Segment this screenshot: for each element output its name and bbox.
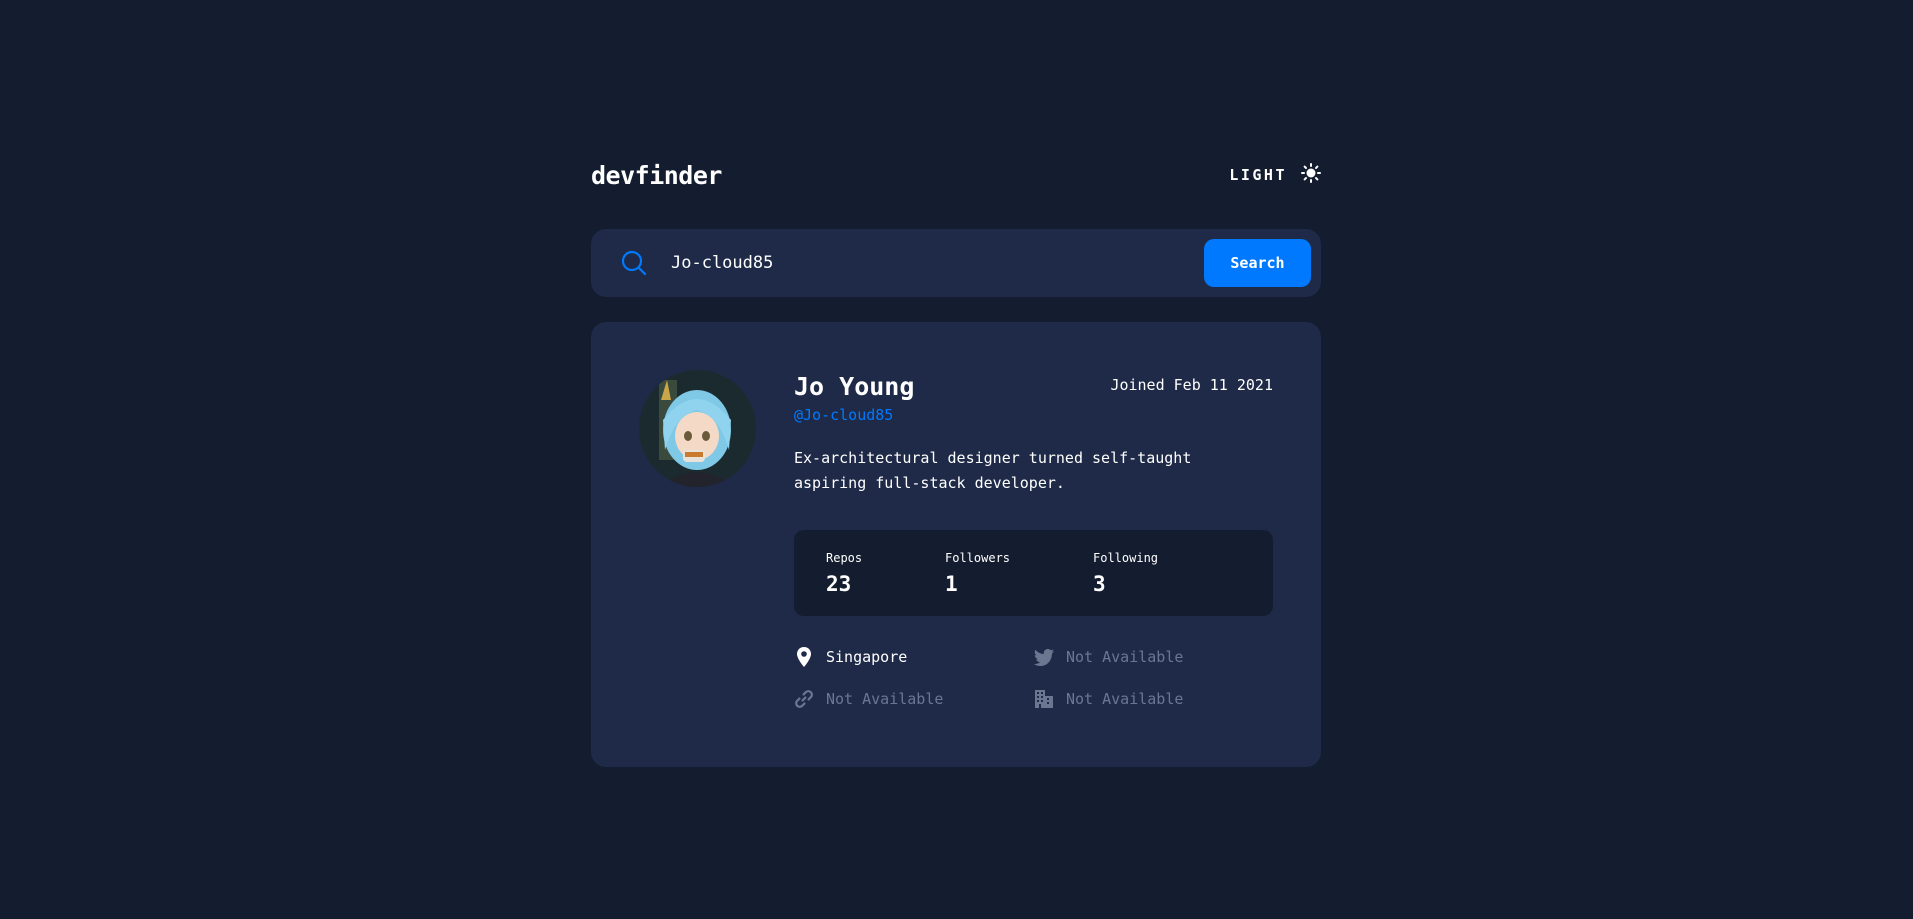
stat-label: Following [1093, 551, 1159, 565]
profile-login-link[interactable]: @Jo-cloud85 [794, 404, 1273, 426]
company-item: Not Available [1034, 688, 1274, 710]
name-row: Jo Young Joined Feb 11 2021 [794, 370, 1273, 404]
search-bar: Search [591, 229, 1321, 297]
stat-followers: Followers 1 [945, 550, 1093, 616]
stat-following: Following 3 [1093, 550, 1158, 616]
twitter-item: Not Available [1034, 646, 1274, 668]
stat-label: Repos [826, 551, 863, 565]
twitter-text: Not Available [1066, 648, 1184, 666]
location-text: Singapore [826, 648, 908, 666]
joined-date: Joined Feb 11 2021 [1110, 376, 1273, 394]
header: devfinder LIGHT [591, 150, 1321, 200]
stat-label: Followers [945, 551, 1011, 565]
blog-text: Not Available [826, 690, 944, 708]
location-pin-icon [794, 646, 814, 668]
avatar [639, 370, 756, 487]
theme-toggle-button[interactable]: LIGHT [1229, 163, 1321, 187]
building-icon [1034, 688, 1054, 710]
profile-links: Singapore Not Available Not Available No… [794, 646, 1273, 710]
blog-item: Not Available [794, 688, 1034, 710]
stat-value: 23 [826, 572, 852, 596]
link-icon [794, 688, 814, 710]
twitter-icon [1034, 646, 1054, 668]
stat-value: 1 [945, 572, 958, 596]
company-text: Not Available [1066, 690, 1184, 708]
app-container: devfinder LIGHT Jo-cloud85 Search Jo You… [591, 150, 1321, 767]
profile-bio: Ex-architectural designer turned self-ta… [794, 449, 1192, 492]
search-input[interactable] [671, 253, 1204, 273]
profile-name: Jo Young [794, 372, 915, 401]
sun-icon [1301, 163, 1321, 187]
stat-value: 3 [1093, 572, 1106, 596]
stats-panel: Repos 23 Followers 1 Following 3 [794, 530, 1273, 616]
search-icon [621, 250, 647, 276]
stat-repos: Repos 23 [826, 550, 945, 616]
profile-card: Jo Young Joined Feb 11 2021 @Jo-cloud85 … [591, 322, 1321, 767]
location-item: Singapore [794, 646, 1034, 668]
search-button[interactable]: Search [1204, 239, 1311, 287]
theme-label: LIGHT [1229, 166, 1287, 184]
profile-content: Jo Young Joined Feb 11 2021 @Jo-cloud85 … [794, 370, 1273, 710]
logo: devfinder [591, 160, 722, 190]
